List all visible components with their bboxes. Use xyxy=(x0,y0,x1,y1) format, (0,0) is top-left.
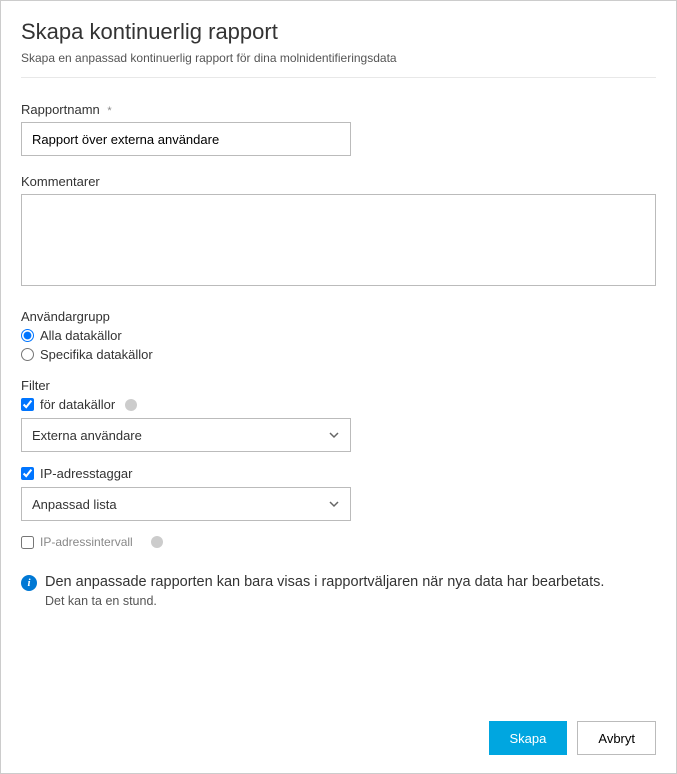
filter-datasources-row: för datakällor xyxy=(21,397,656,412)
radio-specific-datasources-row: Specifika datakällor xyxy=(21,347,656,362)
info-text-main: Den anpassade rapporten kan bara visas i… xyxy=(45,573,604,592)
comments-textarea[interactable] xyxy=(21,194,656,286)
checkbox-for-datasources[interactable] xyxy=(21,398,34,411)
select-datasources[interactable]: Externa användare xyxy=(21,418,351,452)
report-name-label-text: Rapportnamn xyxy=(21,102,100,117)
select-datasources-value: Externa användare xyxy=(32,428,142,443)
cancel-button[interactable]: Avbryt xyxy=(577,721,656,755)
radio-specific-datasources-label: Specifika datakällor xyxy=(40,347,153,362)
checkbox-for-datasources-label: för datakällor xyxy=(40,397,115,412)
filter-label: Filter xyxy=(21,378,656,393)
info-text: Den anpassade rapporten kan bara visas i… xyxy=(45,573,604,608)
report-name-group: Rapportnamn * xyxy=(21,102,656,156)
filter-iprange-row: IP-adressintervall xyxy=(21,535,656,549)
required-mark: * xyxy=(107,105,111,117)
dialog-subtitle: Skapa en anpassad kontinuerlig rapport f… xyxy=(21,51,656,65)
comments-label: Kommentarer xyxy=(21,174,656,189)
radio-all-datasources[interactable] xyxy=(21,329,34,342)
info-icon: i xyxy=(21,575,37,591)
divider xyxy=(21,77,656,78)
radio-all-datasources-label: Alla datakällor xyxy=(40,328,122,343)
chevron-down-icon xyxy=(328,429,340,441)
info-icon xyxy=(125,399,137,411)
usergroup-label: Användargrupp xyxy=(21,309,656,324)
radio-all-datasources-row: Alla datakällor xyxy=(21,328,656,343)
info-text-sub: Det kan ta en stund. xyxy=(45,594,604,608)
comments-group: Kommentarer xyxy=(21,174,656,291)
select-iptags-value: Anpassad lista xyxy=(32,497,117,512)
select-datasources-wrap: Externa användare xyxy=(21,418,351,452)
checkbox-ip-range[interactable] xyxy=(21,536,34,549)
report-name-label: Rapportnamn * xyxy=(21,102,656,117)
dialog-title: Skapa kontinuerlig rapport xyxy=(21,19,656,45)
info-icon xyxy=(151,536,163,548)
checkbox-ip-tags-label: IP-adresstaggar xyxy=(40,466,133,481)
dialog-footer: Skapa Avbryt xyxy=(489,721,656,755)
checkbox-ip-tags[interactable] xyxy=(21,467,34,480)
select-iptags[interactable]: Anpassad lista xyxy=(21,487,351,521)
chevron-down-icon xyxy=(328,498,340,510)
select-iptags-wrap: Anpassad lista xyxy=(21,487,351,521)
report-name-input[interactable] xyxy=(21,122,351,156)
create-button[interactable]: Skapa xyxy=(489,721,568,755)
filter-iptags-row: IP-adresstaggar xyxy=(21,466,656,481)
radio-specific-datasources[interactable] xyxy=(21,348,34,361)
checkbox-ip-range-label: IP-adressintervall xyxy=(40,535,133,549)
info-banner: i Den anpassade rapporten kan bara visas… xyxy=(21,573,656,608)
